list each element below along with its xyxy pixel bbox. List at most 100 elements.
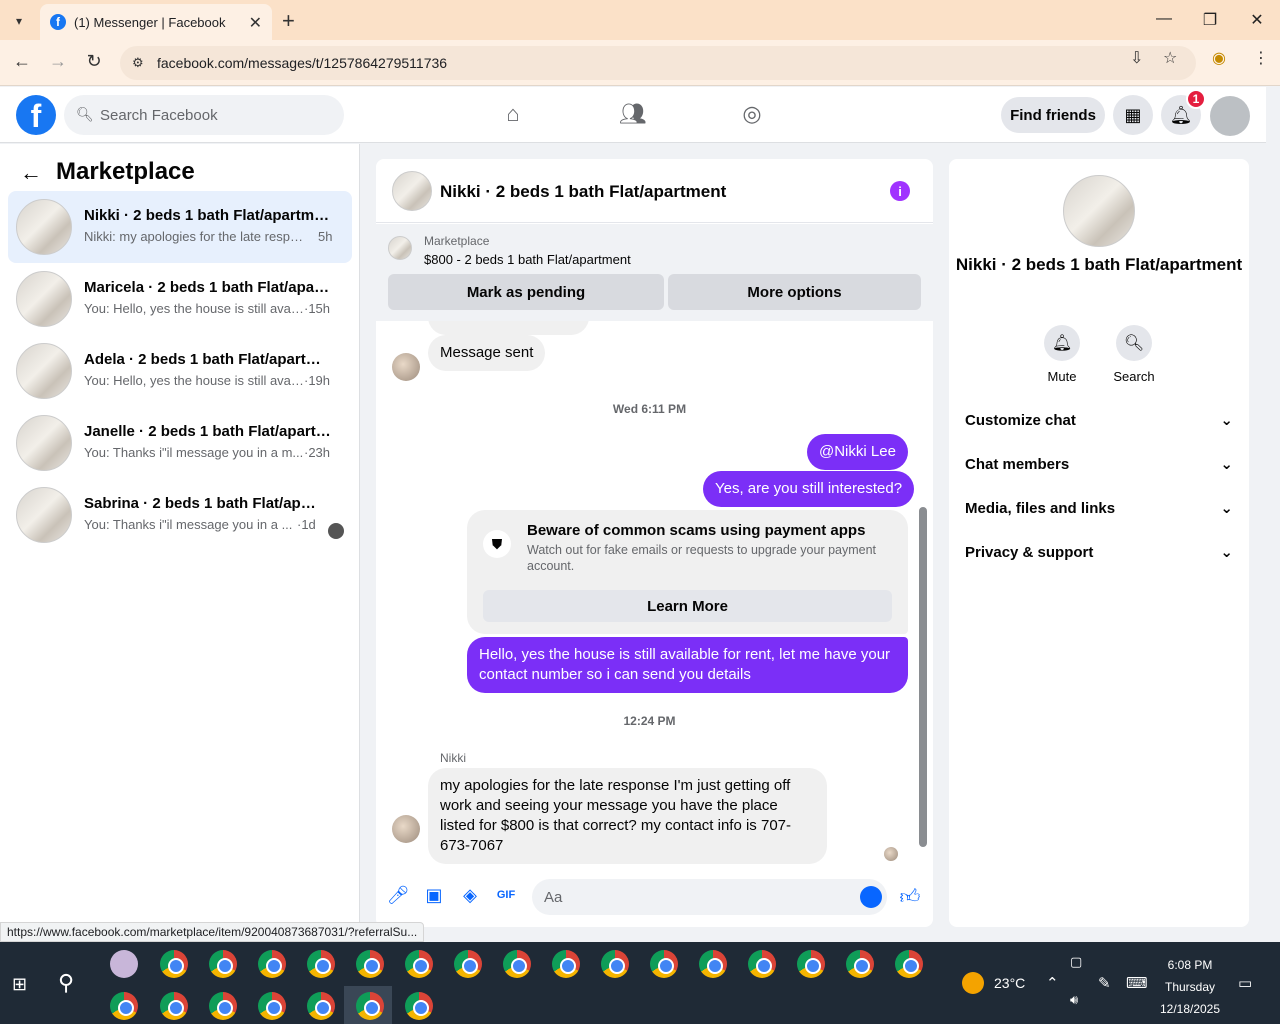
facebook-search-input[interactable]: 🔍︎ Search Facebook — [64, 95, 344, 135]
profile-icon[interactable]: ◉ — [1212, 48, 1226, 68]
clock-time: 6:08 PM — [1167, 958, 1213, 972]
restore-icon[interactable]: ❐ — [1200, 10, 1220, 30]
chrome-icon[interactable] — [895, 950, 923, 978]
info-icon[interactable]: i — [890, 181, 910, 201]
photo-icon[interactable]: ▣ — [422, 885, 446, 909]
menu-kebab-icon[interactable]: ⋮ — [1253, 48, 1269, 68]
listing-title[interactable]: $800 - 2 beds 1 bath Flat/apartment — [424, 252, 631, 267]
address-bar[interactable]: ⚙ facebook.com/messages/t/12578642795117… — [120, 46, 1196, 80]
url-text: facebook.com/messages/t/1257864279511736 — [157, 55, 448, 71]
conversation-item[interactable]: Sabrina · 2 beds 1 bath Flat/apar... You… — [8, 479, 352, 551]
emoji-icon[interactable] — [860, 886, 882, 908]
chrome-icon[interactable] — [356, 950, 384, 978]
chrome-icon[interactable] — [405, 992, 433, 1020]
chrome-icon[interactable] — [650, 950, 678, 978]
learn-more-button[interactable]: Learn More — [483, 590, 892, 622]
search-button[interactable]: 🔍︎ Search — [1104, 325, 1164, 384]
account-avatar[interactable] — [1210, 96, 1250, 136]
new-tab-icon[interactable]: + — [282, 8, 295, 34]
chrome-icon[interactable] — [258, 992, 286, 1020]
taskbar-search-icon[interactable]: ⚲ — [58, 970, 74, 996]
taskbar-app-icon[interactable] — [110, 950, 138, 978]
chrome-icon[interactable] — [209, 992, 237, 1020]
reload-icon[interactable]: ↻ — [82, 51, 106, 72]
message-input[interactable]: Aa — [532, 879, 887, 915]
chrome-icon[interactable] — [160, 950, 188, 978]
conversation-name: Janelle · 2 beds 1 bath Flat/apartm... — [84, 423, 334, 440]
weather-widget[interactable]: 23°C — [962, 972, 1025, 994]
volume-icon[interactable]: 🔊︎ — [1070, 992, 1078, 1008]
chat-header: Nikki · 2 beds 1 bath Flat/apartment i — [376, 159, 933, 223]
bookmark-star-icon[interactable]: ☆ — [1163, 48, 1177, 68]
chat-thumbnail[interactable] — [392, 171, 432, 211]
site-info-icon[interactable]: ⚙ — [132, 55, 144, 71]
meet-now-icon[interactable]: ▢ — [1070, 954, 1082, 970]
conversation-item[interactable]: Janelle · 2 beds 1 bath Flat/apartm... Y… — [8, 407, 352, 479]
chrome-icon[interactable] — [209, 950, 237, 978]
chrome-icon[interactable] — [356, 992, 384, 1020]
facebook-logo[interactable]: f — [16, 95, 56, 135]
keyboard-icon[interactable]: ⌨ — [1126, 974, 1148, 992]
temperature: 23°C — [994, 975, 1026, 991]
privacy-support-section[interactable]: Privacy & support ⌄ — [965, 532, 1233, 572]
minimize-icon[interactable]: — — [1154, 10, 1174, 28]
chrome-icon[interactable] — [110, 992, 138, 1020]
chrome-icon[interactable] — [307, 992, 335, 1020]
search-label: Search — [1113, 369, 1155, 384]
friends-icon[interactable]: 👥︎ — [618, 101, 648, 131]
groups-icon[interactable]: ◎ — [737, 101, 767, 131]
media-files-links-section[interactable]: Media, files and links ⌄ — [965, 488, 1233, 528]
chat-members-section[interactable]: Chat members ⌄ — [965, 444, 1233, 484]
status-bar-url: https://www.facebook.com/marketplace/ite… — [0, 922, 425, 942]
chrome-icon[interactable] — [258, 950, 286, 978]
home-icon[interactable]: ⌂ — [498, 101, 528, 131]
chrome-icon[interactable] — [405, 950, 433, 978]
windows-start-icon[interactable]: ⊞ — [12, 974, 27, 995]
sticker-icon[interactable]: ◈ — [458, 885, 482, 909]
conversation-item[interactable]: Maricela · 2 beds 1 bath Flat/apart... Y… — [8, 263, 352, 335]
close-window-icon[interactable]: ✕ — [1247, 10, 1267, 30]
customize-chat-section[interactable]: Customize chat ⌄ — [965, 400, 1233, 440]
close-tab-icon[interactable]: ✕ — [249, 13, 262, 33]
conversation-item[interactable]: Nikki · 2 beds 1 bath Flat/apartment Nik… — [8, 191, 352, 263]
more-options-button[interactable]: More options — [668, 274, 921, 310]
system-clock[interactable]: 6:08 PM Thursday 12/18/2025 — [1150, 954, 1230, 1020]
read-receipt-avatar — [884, 847, 898, 861]
chrome-icon[interactable] — [797, 950, 825, 978]
show-hidden-icons-icon[interactable]: ⌃ — [1046, 974, 1059, 992]
chat-title[interactable]: Nikki · 2 beds 1 bath Flat/apartment — [440, 182, 726, 202]
chrome-icon[interactable] — [601, 950, 629, 978]
search-icon: 🔍︎ — [1116, 325, 1152, 361]
forward-icon[interactable]: → — [46, 51, 70, 72]
thumbs-up-icon[interactable]: 👍︎ — [898, 885, 922, 909]
scrollbar-thumb[interactable] — [919, 507, 927, 847]
back-arrow-icon[interactable]: ← — [20, 160, 42, 186]
chrome-icon[interactable] — [160, 992, 188, 1020]
chrome-icon[interactable] — [503, 950, 531, 978]
menu-grid-icon[interactable]: ▦ — [1113, 95, 1153, 135]
chrome-icon[interactable] — [454, 950, 482, 978]
find-friends-button[interactable]: Find friends — [1001, 97, 1105, 133]
notification-center-icon[interactable]: ▭ — [1238, 974, 1252, 992]
gif-icon[interactable]: GIF — [494, 885, 518, 909]
chrome-icon[interactable] — [552, 950, 580, 978]
conversation-item[interactable]: Adela · 2 beds 1 bath Flat/apartment You… — [8, 335, 352, 407]
chrome-icon[interactable] — [699, 950, 727, 978]
pen-icon[interactable]: ✎ — [1098, 974, 1111, 992]
back-icon[interactable]: ← — [10, 51, 34, 72]
browser-tab-strip: ▾ f (1) Messenger | Facebook ✕ + — ❐ ✕ — [0, 0, 1280, 40]
conversation-preview: You: Hello, yes the house is still avail… — [84, 373, 304, 388]
install-app-icon[interactable]: ⇩ — [1130, 48, 1143, 68]
contact-avatar-large[interactable] — [1063, 175, 1135, 247]
contact-name: Nikki · 2 beds 1 bath Flat/apartment — [955, 255, 1243, 274]
chrome-icon[interactable] — [307, 950, 335, 978]
chrome-icon[interactable] — [846, 950, 874, 978]
chrome-icon[interactable] — [748, 950, 776, 978]
tab-search-icon[interactable]: ▾ — [8, 10, 30, 32]
browser-tab[interactable]: f (1) Messenger | Facebook ✕ — [40, 4, 272, 40]
mark-as-pending-button[interactable]: Mark as pending — [388, 274, 664, 310]
mute-button[interactable]: 🔔︎ Mute — [1032, 325, 1092, 384]
conversation-time: 5h — [318, 229, 333, 244]
section-label: Privacy & support — [965, 543, 1094, 561]
microphone-icon[interactable]: 🎤︎ — [386, 885, 410, 909]
